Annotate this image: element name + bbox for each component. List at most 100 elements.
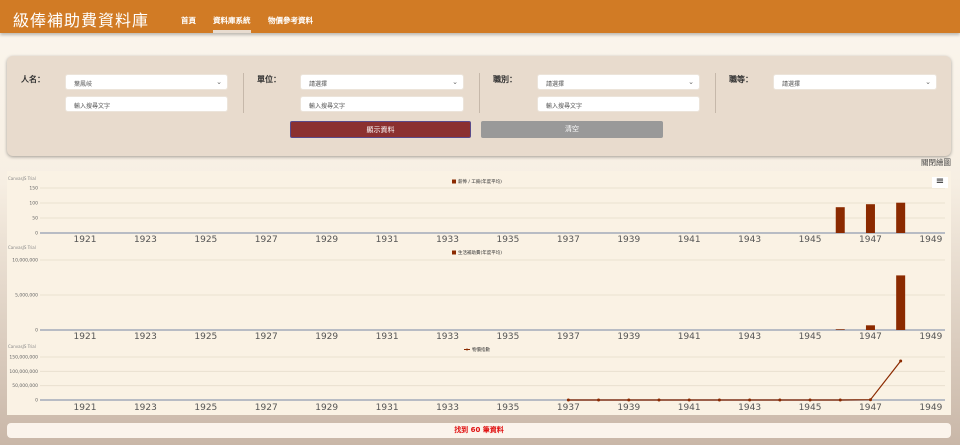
y-tick-label: 50	[32, 216, 38, 222]
legend-marker	[466, 348, 468, 351]
canvasjs-watermark: CanvasJS Trial	[8, 344, 36, 349]
x-tick-label: 1933	[436, 403, 459, 413]
show-data-button[interactable]: 顯示資料	[290, 121, 471, 138]
x-tick-label: 1921	[74, 332, 97, 342]
x-tick-label: 1935	[496, 235, 519, 245]
unit-search-input[interactable]: 輸入搜尋文字	[300, 96, 464, 112]
x-tick-label: 1927	[255, 235, 278, 245]
data-point	[838, 398, 842, 402]
data-point	[657, 398, 661, 402]
x-tick-label: 1947	[859, 235, 882, 245]
rank-label: 職等：	[729, 75, 753, 84]
x-tick-label: 1947	[859, 403, 882, 413]
unit-select[interactable]: 請選擇 ⌄	[300, 74, 464, 90]
result-count: 找到 60 筆資料	[7, 423, 951, 438]
data-point	[717, 398, 721, 402]
legend-label: 薪俸 / 工餉(年度平均)	[458, 178, 502, 185]
data-point	[687, 398, 691, 402]
nav-home[interactable]: 首頁	[181, 15, 196, 26]
nav-price-reference[interactable]: 物價參考資料	[268, 15, 313, 26]
x-tick-label: 1923	[134, 403, 157, 413]
data-point	[868, 398, 872, 402]
rank-select-value: 請選擇	[782, 81, 801, 88]
x-tick-label: 1937	[557, 403, 580, 413]
clear-button[interactable]: 清空	[481, 121, 663, 138]
bar	[896, 202, 906, 233]
y-tick-label: 0	[35, 328, 38, 334]
x-tick-label: 1941	[678, 332, 701, 342]
x-tick-label: 1931	[376, 235, 399, 245]
legend-marker	[452, 179, 456, 184]
unit-select-value: 請選擇	[309, 81, 328, 88]
chevron-down-icon: ⌄	[216, 78, 222, 86]
data-point	[627, 398, 631, 402]
x-tick-label: 1923	[134, 332, 157, 342]
job-search-input[interactable]: 輸入搜尋文字	[537, 96, 700, 112]
charts-svg: CanvasJS Trial 0 50 100 150 1921 1923 1925 1927 1…	[8, 176, 945, 413]
data-point	[899, 359, 903, 363]
divider	[479, 73, 480, 113]
x-tick-label: 1929	[315, 332, 338, 342]
y-tick-label: 50,000,000	[12, 383, 38, 389]
chevron-down-icon: ⌄	[452, 78, 458, 86]
data-point	[566, 398, 570, 402]
x-tick-label: 1943	[738, 332, 761, 342]
data-point	[597, 398, 601, 402]
site-title[interactable]: 級俸補助費資料庫	[13, 7, 149, 31]
canvasjs-watermark: CanvasJS Trial	[8, 245, 36, 250]
x-tick-label: 1929	[315, 235, 338, 245]
bar	[835, 329, 845, 330]
name-label: 人名：	[21, 75, 45, 84]
x-tick-label: 1941	[678, 235, 701, 245]
divider	[715, 73, 716, 113]
x-tick-label: 1925	[194, 403, 217, 413]
data-point	[778, 398, 782, 402]
x-tick-label: 1925	[194, 332, 217, 342]
x-tick-label: 1929	[315, 403, 338, 413]
x-tick-label: 1933	[436, 332, 459, 342]
y-tick-label: 100	[29, 201, 38, 207]
hamburger-menu-icon[interactable]: ≡	[932, 177, 948, 188]
x-tick-label: 1927	[255, 403, 278, 413]
job-select[interactable]: 請選擇 ⌄	[537, 74, 700, 90]
canvasjs-watermark: CanvasJS Trial	[8, 176, 36, 181]
header: 級俸補助費資料庫 首頁 資料庫系統 物價參考資料	[0, 0, 960, 33]
x-tick-label: 1931	[376, 403, 399, 413]
data-point	[748, 398, 752, 402]
x-tick-label: 1935	[496, 403, 519, 413]
bar	[865, 325, 875, 330]
name-select-value: 葉鳳岐	[74, 81, 93, 88]
x-tick-label: 1931	[376, 332, 399, 342]
chevron-down-icon: ⌄	[688, 78, 694, 86]
x-tick-label: 1937	[557, 332, 580, 342]
divider	[243, 73, 244, 113]
x-tick-label: 1949	[919, 235, 942, 245]
job-select-value: 請選擇	[546, 81, 565, 88]
data-point	[808, 398, 812, 402]
x-tick-label: 1949	[919, 403, 942, 413]
y-tick-label: 100,000,000	[9, 369, 38, 375]
x-tick-label: 1949	[919, 332, 942, 342]
legend-marker	[452, 250, 456, 255]
x-tick-label: 1945	[799, 332, 822, 342]
legend-label: 物價指數	[472, 346, 490, 353]
x-tick-label: 1935	[496, 332, 519, 342]
x-tick-label: 1943	[738, 403, 761, 413]
y-tick-label: 5,000,000	[15, 293, 38, 299]
rank-select[interactable]: 請選擇 ⌄	[773, 74, 937, 90]
y-tick-label: 0	[35, 398, 38, 404]
x-tick-label: 1921	[74, 403, 97, 413]
chevron-down-icon: ⌄	[925, 78, 931, 86]
x-tick-label: 1945	[799, 235, 822, 245]
y-tick-label: 150	[29, 186, 38, 192]
x-tick-label: 1921	[74, 235, 97, 245]
nav-database[interactable]: 資料庫系統	[213, 15, 251, 33]
y-tick-label: 10,000,000	[12, 258, 38, 264]
x-tick-label: 1943	[738, 235, 761, 245]
x-tick-label: 1939	[617, 235, 640, 245]
name-search-input[interactable]: 輸入搜尋文字	[65, 96, 228, 112]
x-tick-label: 1939	[617, 332, 640, 342]
name-select[interactable]: 葉鳳岐 ⌄	[65, 74, 228, 90]
close-chart-link[interactable]: 關閉繪圖	[921, 157, 951, 168]
series-line	[568, 360, 902, 401]
